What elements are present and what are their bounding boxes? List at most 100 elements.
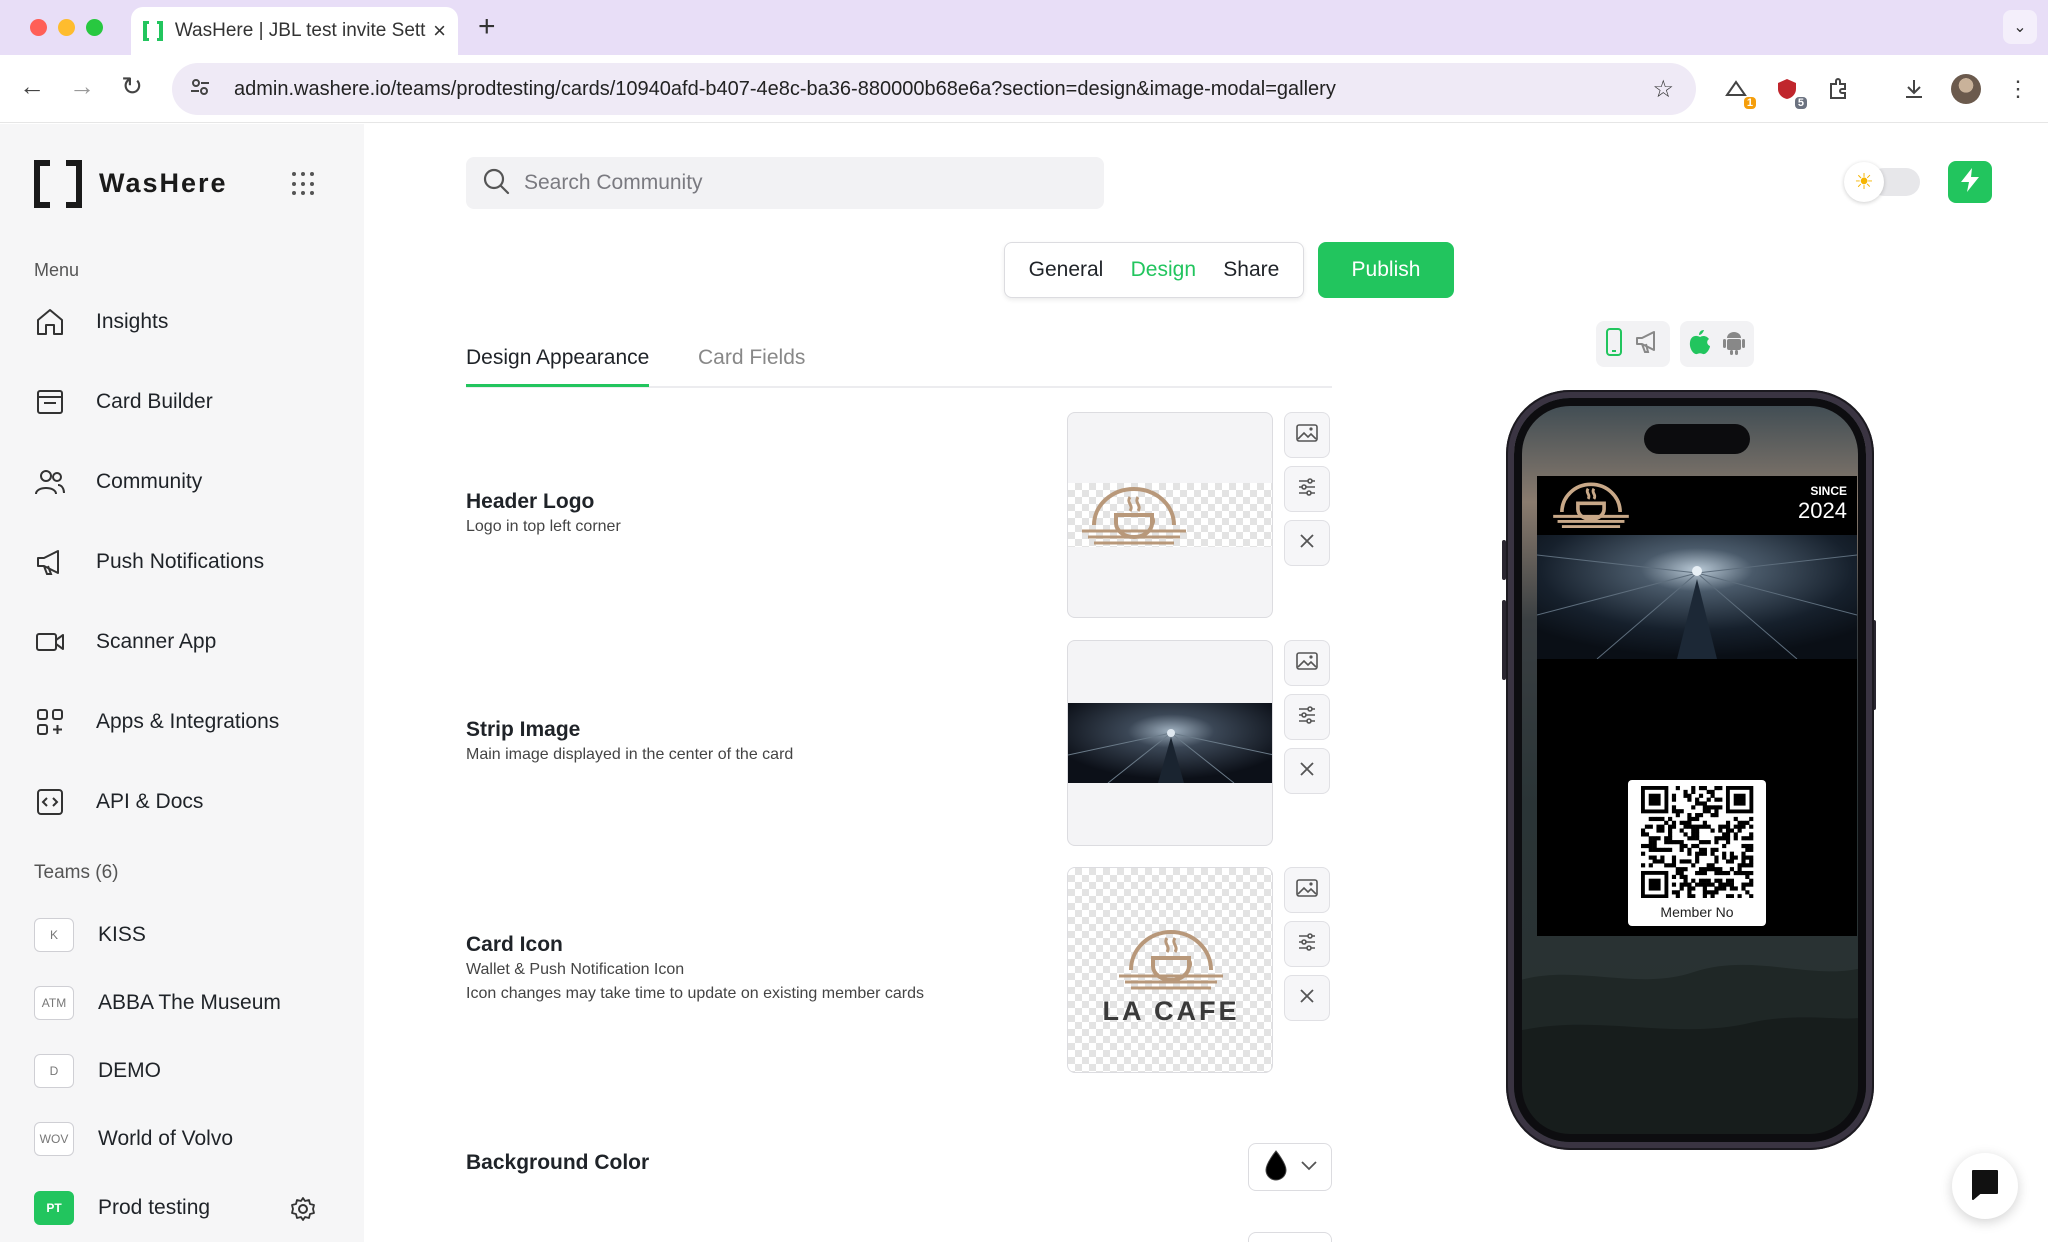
- team-item-demo[interactable]: D DEMO: [34, 1051, 344, 1091]
- droplet-icon: [1263, 1149, 1289, 1186]
- qr-code-pattern: [1641, 786, 1754, 898]
- image-icon: [1296, 651, 1318, 675]
- sidebar: WasHere Menu Insights Card Builder Commu…: [0, 124, 364, 1242]
- code-icon: [34, 786, 78, 818]
- sidebar-item-scanner-app[interactable]: Scanner App: [34, 620, 344, 664]
- favicon-icon: [143, 21, 163, 41]
- extensions-puzzle-icon[interactable]: [1824, 75, 1852, 103]
- team-badge: PT: [34, 1191, 74, 1225]
- tab-title: WasHere | JBL test invite Sett: [174, 20, 426, 41]
- site-settings-icon[interactable]: [190, 77, 220, 102]
- reload-icon[interactable]: ↻: [114, 71, 150, 102]
- sidebar-item-label: Card Builder: [96, 390, 213, 413]
- extension-1-badge: 1: [1743, 97, 1756, 109]
- back-arrow-icon[interactable]: ←: [14, 71, 50, 102]
- sidebar-item-push-notifications[interactable]: Push Notifications: [34, 540, 344, 584]
- card-icon-preview[interactable]: LA CAFE: [1067, 867, 1273, 1073]
- tab-design[interactable]: Design: [1131, 258, 1196, 282]
- browser-menu-icon[interactable]: ⋮: [2004, 75, 2032, 103]
- strip-image-gallery-button[interactable]: [1284, 640, 1330, 686]
- tab-search-chevron-icon[interactable]: ⌄: [2003, 10, 2037, 44]
- new-tab-icon[interactable]: +: [478, 10, 496, 44]
- extension-1-icon[interactable]: 1: [1722, 75, 1756, 109]
- maximize-window-button[interactable]: [86, 19, 103, 36]
- sidebar-item-card-builder[interactable]: Card Builder: [34, 380, 344, 424]
- card-icon-note: Icon changes may take time to update on …: [466, 985, 925, 1002]
- card-icon-remove-button[interactable]: [1284, 975, 1330, 1021]
- pass-strip-image: [1537, 535, 1857, 659]
- header-logo-gallery-button[interactable]: [1284, 412, 1330, 458]
- header-logo-adjust-button[interactable]: [1284, 466, 1330, 512]
- browser-tab-bar: WasHere | JBL test invite Sett × + ⌄: [0, 0, 2048, 55]
- strip-image-remove-button[interactable]: [1284, 748, 1330, 794]
- notification-preview-icon[interactable]: [1634, 329, 1662, 360]
- team-name: ABBA The Museum: [98, 991, 281, 1014]
- sidebar-item-label: API & Docs: [96, 790, 204, 813]
- forward-arrow-icon[interactable]: →: [64, 71, 100, 102]
- background-color-title: Background Color: [466, 1151, 650, 1174]
- bookmark-star-icon[interactable]: ☆: [1652, 75, 1674, 104]
- chevron-down-icon: [1301, 1158, 1317, 1176]
- cafe-logo-icon: [1119, 930, 1223, 990]
- phone-preview-icon[interactable]: [1604, 327, 1624, 362]
- strip-image-desc: Main image displayed in the center of th…: [466, 746, 794, 763]
- gear-icon[interactable]: [290, 1196, 316, 1227]
- tab-general[interactable]: General: [1029, 258, 1104, 282]
- tab-share[interactable]: Share: [1223, 258, 1279, 282]
- platform-group: [1680, 321, 1754, 367]
- sidebar-item-api-docs[interactable]: API & Docs: [34, 780, 344, 824]
- header-logo-remove-button[interactable]: [1284, 520, 1330, 566]
- washere-logo-icon: [34, 160, 82, 208]
- background-color-picker[interactable]: [1248, 1143, 1332, 1191]
- next-field-picker[interactable]: [1248, 1232, 1332, 1242]
- sun-icon: ☀: [1844, 162, 1884, 202]
- team-item-kiss[interactable]: K KISS: [34, 915, 344, 955]
- preview-mode-group: [1596, 321, 1670, 367]
- team-item-abba[interactable]: ATM ABBA The Museum: [34, 983, 344, 1023]
- close-icon: [1299, 533, 1315, 554]
- profile-avatar[interactable]: [1951, 74, 1981, 104]
- teams-label: Teams (6): [34, 862, 119, 883]
- downloads-icon[interactable]: [1900, 75, 1928, 103]
- chat-support-button[interactable]: [1952, 1153, 2018, 1219]
- strip-image-adjust-button[interactable]: [1284, 694, 1330, 740]
- image-icon: [1296, 423, 1318, 447]
- card-icon-title: Card Icon: [466, 933, 563, 956]
- tab-card-fields[interactable]: Card Fields: [698, 346, 805, 384]
- browser-toolbar: ← → ↻ admin.washere.io/teams/prodtesting…: [0, 55, 2048, 123]
- since-label: SINCE: [1810, 484, 1847, 498]
- card-icon-gallery-button[interactable]: [1284, 867, 1330, 913]
- address-bar[interactable]: admin.washere.io/teams/prodtesting/cards…: [172, 63, 1696, 115]
- app-grid-icon[interactable]: [292, 172, 316, 196]
- close-icon: [1299, 988, 1315, 1009]
- sliders-icon: [1297, 932, 1317, 957]
- apple-icon[interactable]: [1688, 328, 1712, 361]
- sidebar-item-community[interactable]: Community: [34, 460, 344, 504]
- strip-image-preview[interactable]: [1067, 640, 1273, 846]
- android-icon[interactable]: [1722, 328, 1746, 361]
- close-icon: [1299, 761, 1315, 782]
- theme-toggle[interactable]: ☀: [1844, 162, 1920, 202]
- quick-action-button[interactable]: [1948, 161, 1992, 203]
- header-logo-preview[interactable]: [1067, 412, 1273, 618]
- extension-2-icon[interactable]: 5: [1773, 75, 1807, 109]
- search-input[interactable]: [524, 171, 1084, 195]
- dynamic-island: [1644, 424, 1750, 454]
- close-window-button[interactable]: [30, 19, 47, 36]
- extension-2-badge: 5: [1794, 97, 1807, 109]
- search-icon: [482, 167, 510, 200]
- browser-tab[interactable]: WasHere | JBL test invite Sett ×: [131, 7, 458, 55]
- menu-label: Menu: [34, 260, 80, 280]
- publish-button[interactable]: Publish: [1318, 242, 1454, 298]
- team-item-prod-testing[interactable]: PT Prod testing: [34, 1188, 344, 1228]
- team-badge: WOV: [34, 1122, 74, 1156]
- sidebar-item-insights[interactable]: Insights: [34, 300, 344, 344]
- minimize-window-button[interactable]: [58, 19, 75, 36]
- tab-close-icon[interactable]: ×: [433, 18, 446, 44]
- team-item-world-of-volvo[interactable]: WOV World of Volvo: [34, 1119, 344, 1159]
- card-icon-adjust-button[interactable]: [1284, 921, 1330, 967]
- sidebar-item-apps-integrations[interactable]: Apps & Integrations: [34, 700, 344, 744]
- header-logo-title: Header Logo: [466, 490, 595, 513]
- sliders-icon: [1297, 477, 1317, 502]
- tab-design-appearance[interactable]: Design Appearance: [466, 346, 650, 387]
